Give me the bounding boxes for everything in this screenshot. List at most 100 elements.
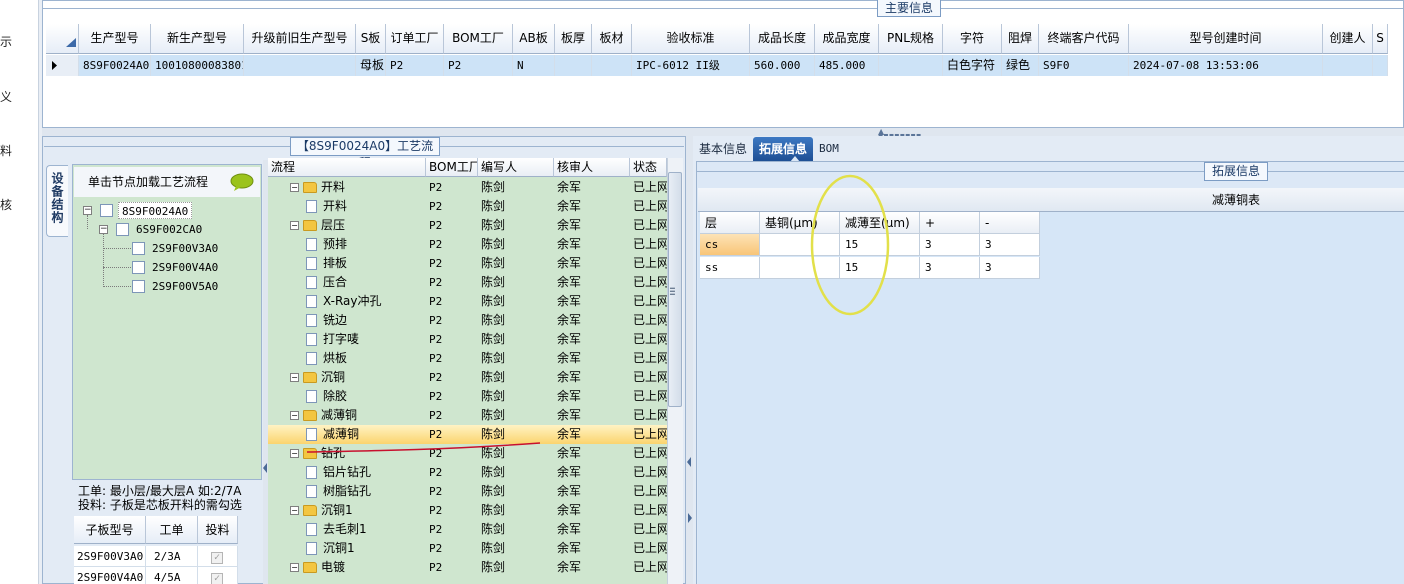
table-row[interactable]: 压合 P2 陈剑 余军 已上网 xyxy=(268,273,667,292)
col-header-15[interactable]: 终端客户代码 xyxy=(1039,24,1129,54)
th-minus[interactable]: - xyxy=(980,212,1040,234)
col-header-12[interactable]: PNL规格 xyxy=(879,24,943,54)
tab-basic-info[interactable]: 基本信息 xyxy=(693,137,753,161)
sub-cell-model: 2S9F00V3A0 xyxy=(74,546,146,567)
table-row[interactable]: − 沉铜1 P2 陈剑 余军 已上网 xyxy=(268,501,667,520)
table-row[interactable]: − 层压 P2 陈剑 余军 已上网 xyxy=(268,216,667,235)
th-layer[interactable]: 层 xyxy=(700,212,760,234)
sub-col-model[interactable]: 子板型号 xyxy=(74,516,146,544)
table-row[interactable]: 铝片钻孔 P2 陈剑 余军 已上网 xyxy=(268,463,667,482)
left-nav-item-3[interactable]: 核 xyxy=(0,196,12,213)
node-icon xyxy=(116,223,129,236)
table-row[interactable]: 排板 P2 陈剑 余军 已上网 xyxy=(268,254,667,273)
col-header-13[interactable]: 字符 xyxy=(943,24,1002,54)
col-header-6[interactable]: AB板 xyxy=(513,24,555,54)
col-header-14[interactable]: 阻焊 xyxy=(1002,24,1039,54)
col-header-10[interactable]: 成品长度 xyxy=(750,24,815,54)
flow-cell-reviewer: 余军 xyxy=(557,389,582,403)
col-header-2[interactable]: 升级前旧生产型号 xyxy=(244,24,356,54)
table-row[interactable]: X-Ray冲孔 P2 陈剑 余军 已上网 xyxy=(268,292,667,311)
tree-node-leaf-0[interactable]: 2S9F00V3A0 xyxy=(152,240,218,257)
td-layer[interactable]: cs xyxy=(700,234,760,256)
collapse-icon[interactable]: − xyxy=(290,221,299,230)
flow-grid-header: 流程 BOM工厂 编写人 核审人 状态 xyxy=(268,158,667,177)
flow-col-writer[interactable]: 编写人 xyxy=(478,158,554,177)
table-row[interactable]: 沉铜1 P2 陈剑 余军 已上网 xyxy=(268,539,667,558)
sub-col-order[interactable]: 工单 xyxy=(146,516,198,544)
sub-col-feed[interactable]: 投料 xyxy=(198,516,238,544)
collapse-icon[interactable]: − xyxy=(290,373,299,382)
table-row[interactable]: 去毛刺1 P2 陈剑 余军 已上网 xyxy=(268,520,667,539)
collapse-icon[interactable]: − xyxy=(290,449,299,458)
tree-node-child[interactable]: 6S9F002CA0 xyxy=(136,221,202,238)
tab-device-structure[interactable]: 设备结构 xyxy=(46,165,68,237)
td-minus[interactable]: 3 xyxy=(980,257,1040,279)
splitter-grip-icon[interactable]: ▲ ▪▪▪▪▪▪▪▪ ▲ xyxy=(878,128,928,144)
td-plus[interactable]: 3 xyxy=(920,234,980,256)
th-plus[interactable]: + xyxy=(920,212,980,234)
flow-col-reviewer[interactable]: 核审人 xyxy=(554,158,630,177)
horizontal-splitter[interactable] xyxy=(42,128,1404,136)
table-row[interactable]: 树脂钻孔 P2 陈剑 余军 已上网 xyxy=(268,482,667,501)
work-order-note: 工单: 最小层/最大层A 如:2/7A 投料: 子板是芯板开料的需勾选 xyxy=(74,482,262,516)
flow-col-bom[interactable]: BOM工厂 xyxy=(426,158,478,177)
table-row[interactable]: 8S9F0024A0 10010800083801 母板 P2 P2 N IPC… xyxy=(46,55,1388,76)
col-header-11[interactable]: 成品宽度 xyxy=(815,24,879,54)
table-row[interactable]: 铣边 P2 陈剑 余军 已上网 xyxy=(268,311,667,330)
td-layer[interactable]: ss xyxy=(700,257,760,279)
flow-col-status[interactable]: 状态 xyxy=(630,158,667,177)
tree-node-root[interactable]: 8S9F0024A0 xyxy=(118,202,193,219)
table-row[interactable]: 预排 P2 陈剑 余军 已上网 xyxy=(268,235,667,254)
col-header-7[interactable]: 板厚 xyxy=(555,24,592,54)
table-row[interactable]: 打字唛 P2 陈剑 余军 已上网 xyxy=(268,330,667,349)
col-header-5[interactable]: BOM工厂 xyxy=(444,24,513,54)
splitter-arrow-icon[interactable] xyxy=(687,512,692,524)
table-row[interactable]: 烘板 P2 陈剑 余军 已上网 xyxy=(268,349,667,368)
table-row[interactable]: 2S9F00V3A0 2/3A ✓ xyxy=(74,546,238,567)
col-header-17[interactable]: 创建人 xyxy=(1323,24,1373,54)
table-row[interactable]: 2S9F00V4A0 4/5A ✓ xyxy=(74,567,238,584)
tree-node-leaf-1[interactable]: 2S9F00V4A0 xyxy=(152,259,218,276)
col-header-3[interactable]: S板 xyxy=(356,24,386,54)
td-minus[interactable]: 3 xyxy=(980,234,1040,256)
collapse-icon[interactable]: − xyxy=(99,225,108,234)
collapse-icon[interactable]: − xyxy=(290,563,299,572)
flow-col-process[interactable]: 流程 xyxy=(268,158,426,177)
tab-extended-info[interactable]: 拓展信息 xyxy=(753,137,814,161)
collapse-icon[interactable]: − xyxy=(290,506,299,515)
col-header-16[interactable]: 型号创建时间 xyxy=(1129,24,1323,54)
feed-checkbox[interactable]: ✓ xyxy=(211,552,223,564)
flow-cell-status: 已上网 xyxy=(633,237,667,251)
table-row[interactable]: 除胶 P2 陈剑 余军 已上网 xyxy=(268,387,667,406)
table-row[interactable]: − 沉铜 P2 陈剑 余军 已上网 xyxy=(268,368,667,387)
col-header-0[interactable]: 生产型号 xyxy=(79,24,151,54)
col-header-1[interactable]: 新生产型号 xyxy=(151,24,244,54)
table-row[interactable]: − 开料 P2 陈剑 余军 已上网 xyxy=(268,178,667,197)
table-row[interactable]: − 减薄铜 P2 陈剑 余军 已上网 xyxy=(268,406,667,425)
col-header-4[interactable]: 订单工厂 xyxy=(386,24,444,54)
table-row[interactable]: 开料 P2 陈剑 余军 已上网 xyxy=(268,197,667,216)
collapse-icon[interactable]: − xyxy=(290,183,299,192)
flow-cell-reviewer: 余军 xyxy=(557,522,582,536)
collapse-icon[interactable]: − xyxy=(83,206,92,215)
tab-bom[interactable]: BOM xyxy=(813,137,845,161)
left-nav-item-0[interactable]: 示 xyxy=(0,33,12,50)
splitter-arrow-icon[interactable] xyxy=(687,456,692,468)
grid-corner[interactable] xyxy=(46,24,79,54)
left-nav-item-1[interactable]: 义 xyxy=(0,88,12,105)
col-header-9[interactable]: 验收标准 xyxy=(632,24,750,54)
td-plus[interactable]: 3 xyxy=(920,257,980,279)
collapse-icon[interactable]: − xyxy=(290,411,299,420)
left-nav-item-2[interactable]: 料 xyxy=(0,142,12,159)
feed-checkbox[interactable]: ✓ xyxy=(211,573,223,584)
flow-cell-writer: 陈剑 xyxy=(481,332,506,346)
flow-step-name: 除胶 xyxy=(323,389,348,403)
col-header-18[interactable]: S xyxy=(1373,24,1388,54)
tree-node-leaf-2[interactable]: 2S9F00V5A0 xyxy=(152,278,218,295)
flow-cell-process: 去毛刺1 xyxy=(268,520,426,539)
table-row[interactable]: − 电镀 P2 陈剑 余军 已上网 xyxy=(268,558,667,577)
flow-cell-status: 已上网 xyxy=(633,446,667,460)
col-header-8[interactable]: 板材 xyxy=(592,24,632,54)
flow-cell-reviewer: 余军 xyxy=(557,560,582,574)
flow-cell-writer: 陈剑 xyxy=(481,294,506,308)
